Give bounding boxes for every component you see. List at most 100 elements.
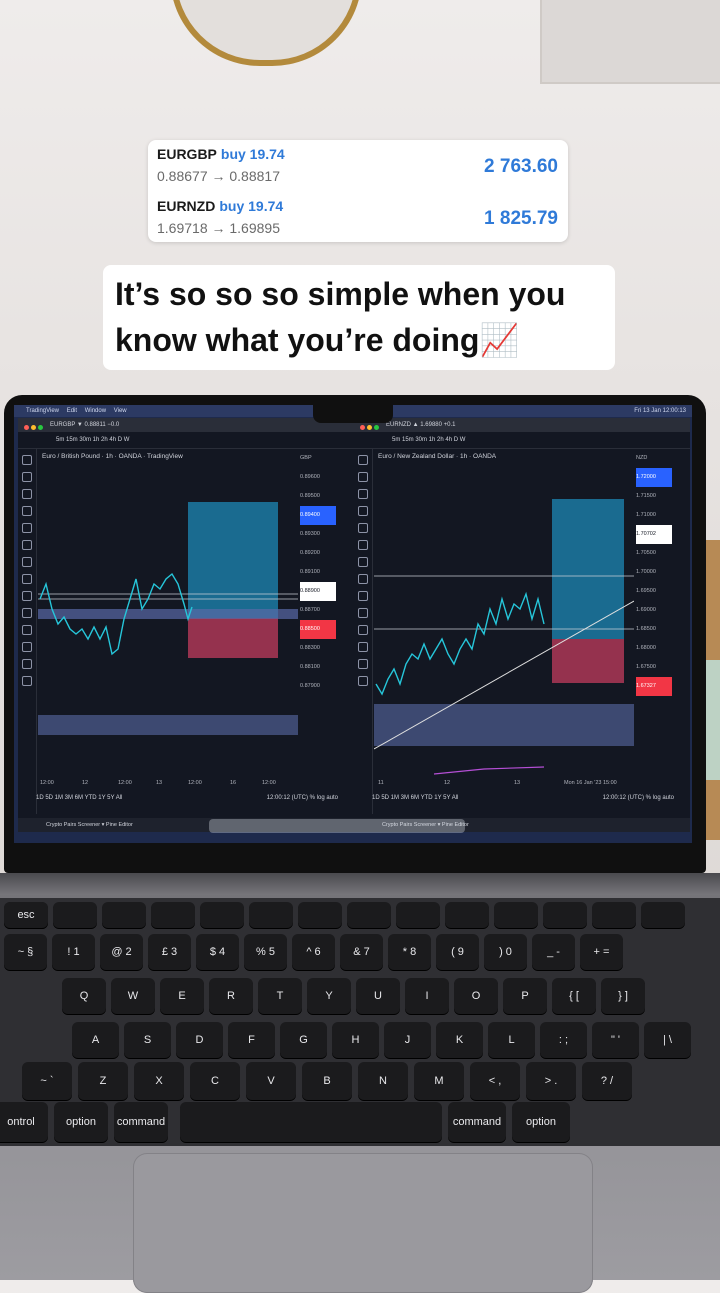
key-h[interactable]: H xyxy=(332,1022,379,1058)
key-8[interactable]: * 8 xyxy=(388,934,431,970)
key-9[interactable]: ( 9 xyxy=(436,934,479,970)
esc-key[interactable]: esc xyxy=(4,902,48,928)
tab-eurnzd[interactable]: EURNZD ▲ 1.69880 +0.1 xyxy=(386,422,455,428)
trackpad[interactable] xyxy=(133,1153,593,1293)
forecast-icon[interactable] xyxy=(22,557,32,567)
function-key[interactable] xyxy=(347,902,391,928)
scale-options[interactable]: % log auto xyxy=(646,792,674,804)
key-6[interactable]: ^ 6 xyxy=(292,934,335,970)
scale-options[interactable]: % log auto xyxy=(310,792,338,804)
zoom-icon[interactable] xyxy=(22,608,32,618)
key-m[interactable]: M xyxy=(414,1062,464,1100)
zoom-icon[interactable] xyxy=(358,608,368,618)
key-7[interactable]: & 7 xyxy=(340,934,383,970)
command-key-right[interactable]: command xyxy=(448,1102,506,1142)
key-punct[interactable]: " ' xyxy=(592,1022,639,1058)
key-e[interactable]: E xyxy=(160,978,204,1014)
eye-icon[interactable] xyxy=(22,659,32,669)
function-key[interactable] xyxy=(543,902,587,928)
function-key[interactable] xyxy=(641,902,685,928)
forecast-icon[interactable] xyxy=(358,557,368,567)
key-3[interactable]: £ 3 xyxy=(148,934,191,970)
lock-icon[interactable] xyxy=(358,642,368,652)
trendline-icon[interactable] xyxy=(22,472,32,482)
key-k[interactable]: K xyxy=(436,1022,483,1058)
eurgbp-candlestick-chart[interactable]: Euro / British Pound · 1h · OANDA · Trad… xyxy=(38,449,298,777)
text-icon[interactable] xyxy=(358,523,368,533)
key-f[interactable]: F xyxy=(228,1022,275,1058)
key-[interactable]: { [ xyxy=(552,978,596,1014)
ruler-icon[interactable] xyxy=(358,591,368,601)
key-5[interactable]: % 5 xyxy=(244,934,287,970)
timeframe-buttons[interactable]: 5m 15m 30m 1h 2h 4h D W xyxy=(56,437,129,443)
key-z[interactable]: Z xyxy=(78,1062,128,1100)
function-key[interactable] xyxy=(592,902,636,928)
key-d[interactable]: D xyxy=(176,1022,223,1058)
trash-icon[interactable] xyxy=(358,676,368,686)
eurnzd-candlestick-chart[interactable]: Euro / New Zealand Dollar · 1h · OANDA xyxy=(374,449,634,777)
menu-edit[interactable]: Edit xyxy=(67,408,77,414)
key-g[interactable]: G xyxy=(280,1022,327,1058)
space-bar[interactable] xyxy=(180,1102,442,1142)
tab-eurgbp[interactable]: EURGBP ▼ 0.88811 −0.0 xyxy=(50,422,119,428)
function-key[interactable] xyxy=(249,902,293,928)
option-key[interactable]: option xyxy=(54,1102,108,1142)
ruler-icon[interactable] xyxy=(22,591,32,601)
key-punct[interactable]: > . xyxy=(526,1062,576,1100)
pattern-icon[interactable] xyxy=(358,540,368,550)
function-key[interactable] xyxy=(396,902,440,928)
key-o[interactable]: O xyxy=(454,978,498,1014)
key-c[interactable]: C xyxy=(190,1062,240,1100)
key-w[interactable]: W xyxy=(111,978,155,1014)
function-key[interactable] xyxy=(53,902,97,928)
close-dot-icon[interactable] xyxy=(360,425,365,430)
key-2[interactable]: @ 2 xyxy=(100,934,143,970)
crosshair-icon[interactable] xyxy=(22,455,32,465)
magnet-icon[interactable] xyxy=(358,625,368,635)
key-punct[interactable]: ? / xyxy=(582,1062,632,1100)
key-u[interactable]: U xyxy=(356,978,400,1014)
function-key[interactable] xyxy=(200,902,244,928)
key-s[interactable]: S xyxy=(124,1022,171,1058)
ontrol-key[interactable]: ontrol xyxy=(0,1102,48,1142)
brush-icon[interactable] xyxy=(22,506,32,516)
shapes-icon[interactable] xyxy=(358,574,368,584)
function-key[interactable] xyxy=(102,902,146,928)
function-key[interactable] xyxy=(445,902,489,928)
menu-app[interactable]: TradingView xyxy=(26,408,59,414)
key-v[interactable]: V xyxy=(246,1062,296,1100)
key-12[interactable]: + = xyxy=(580,934,623,970)
key-punct[interactable]: | \ xyxy=(644,1022,691,1058)
key-y[interactable]: Y xyxy=(307,978,351,1014)
fib-icon[interactable] xyxy=(22,489,32,499)
close-dot-icon[interactable] xyxy=(24,425,29,430)
magnet-icon[interactable] xyxy=(22,625,32,635)
key-punct[interactable]: : ; xyxy=(540,1022,587,1058)
brush-icon[interactable] xyxy=(358,506,368,516)
key-a[interactable]: A xyxy=(72,1022,119,1058)
shapes-icon[interactable] xyxy=(22,574,32,584)
key-t[interactable]: T xyxy=(258,978,302,1014)
minimize-dot-icon[interactable] xyxy=(367,425,372,430)
trash-icon[interactable] xyxy=(22,676,32,686)
key-[interactable]: } ] xyxy=(601,978,645,1014)
pattern-icon[interactable] xyxy=(22,540,32,550)
key-l[interactable]: L xyxy=(488,1022,535,1058)
macos-dock[interactable] xyxy=(209,819,465,833)
key-p[interactable]: P xyxy=(503,978,547,1014)
key-x[interactable]: X xyxy=(134,1062,184,1100)
key-4[interactable]: $ 4 xyxy=(196,934,239,970)
key-10[interactable]: ) 0 xyxy=(484,934,527,970)
key-j[interactable]: J xyxy=(384,1022,431,1058)
key-1[interactable]: ! 1 xyxy=(52,934,95,970)
zoom-dot-icon[interactable] xyxy=(38,425,43,430)
key-i[interactable]: I xyxy=(405,978,449,1014)
function-key[interactable] xyxy=(298,902,342,928)
text-icon[interactable] xyxy=(22,523,32,533)
minimize-dot-icon[interactable] xyxy=(31,425,36,430)
lock-icon[interactable] xyxy=(22,642,32,652)
key-0[interactable]: ~ § xyxy=(4,934,47,970)
key-11[interactable]: _ - xyxy=(532,934,575,970)
function-key[interactable] xyxy=(494,902,538,928)
timeframe-buttons[interactable]: 5m 15m 30m 1h 2h 4h D W xyxy=(392,437,465,443)
